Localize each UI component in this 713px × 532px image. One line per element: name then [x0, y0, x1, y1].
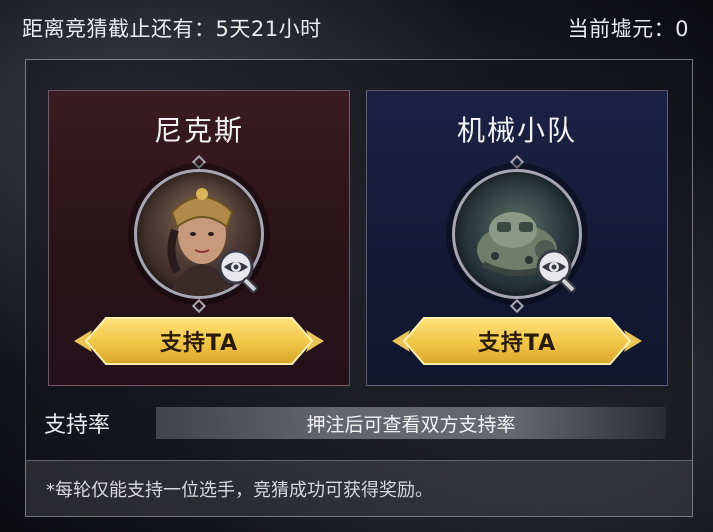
support-rate-bar: 押注后可查看双方支持率	[156, 407, 666, 439]
frame-ornament-bottom	[509, 298, 525, 314]
support-button-label: 支持TA	[159, 331, 239, 356]
top-info-bar: 距离竞猜截止还有： 5天21小时 当前墟元： 0	[0, 0, 713, 56]
team-avatar[interactable]	[134, 154, 264, 314]
team-card-nix: 尼克斯 支持TA	[48, 90, 350, 386]
team-card-mech-squad: 机械小队 支持TA	[366, 90, 668, 386]
deadline-value: 5天21小时	[215, 17, 322, 41]
currency-info: 当前墟元： 0	[568, 13, 689, 43]
team-name: 机械小队	[456, 114, 577, 147]
currency-label: 当前墟元：	[567, 17, 676, 41]
frame-ornament-top	[191, 154, 207, 170]
eye-magnifier-icon[interactable]	[534, 247, 582, 295]
support-button-nix[interactable]: 支持TA	[74, 316, 324, 366]
support-button-label: 支持TA	[477, 331, 557, 356]
support-rate-label: 支持率	[44, 413, 111, 438]
support-rate-row: 支持率 押注后可查看双方支持率	[26, 405, 694, 441]
deadline-label: 距离竞猜截止还有：	[22, 17, 216, 41]
frame-ornament-top	[509, 154, 525, 170]
guess-panel: 尼克斯 支持TA 机械小队 支持TA 支持率 押注后可查看双方支持率 *每轮仅能…	[25, 59, 693, 517]
rules-notice: *每轮仅能支持一位选手，竞猜成功可获得奖励。	[26, 460, 692, 516]
deadline-info: 距离竞猜截止还有： 5天21小时	[22, 13, 322, 43]
support-button-mech-squad[interactable]: 支持TA	[392, 316, 642, 366]
currency-value: 0	[675, 17, 689, 41]
eye-magnifier-icon[interactable]	[216, 247, 264, 295]
support-rate-hint: 押注后可查看双方支持率	[306, 413, 516, 436]
rules-notice-text: *每轮仅能支持一位选手，竞猜成功可获得奖励。	[46, 479, 433, 501]
team-name: 尼克斯	[153, 114, 244, 147]
team-avatar[interactable]	[452, 154, 582, 314]
frame-ornament-bottom	[191, 298, 207, 314]
